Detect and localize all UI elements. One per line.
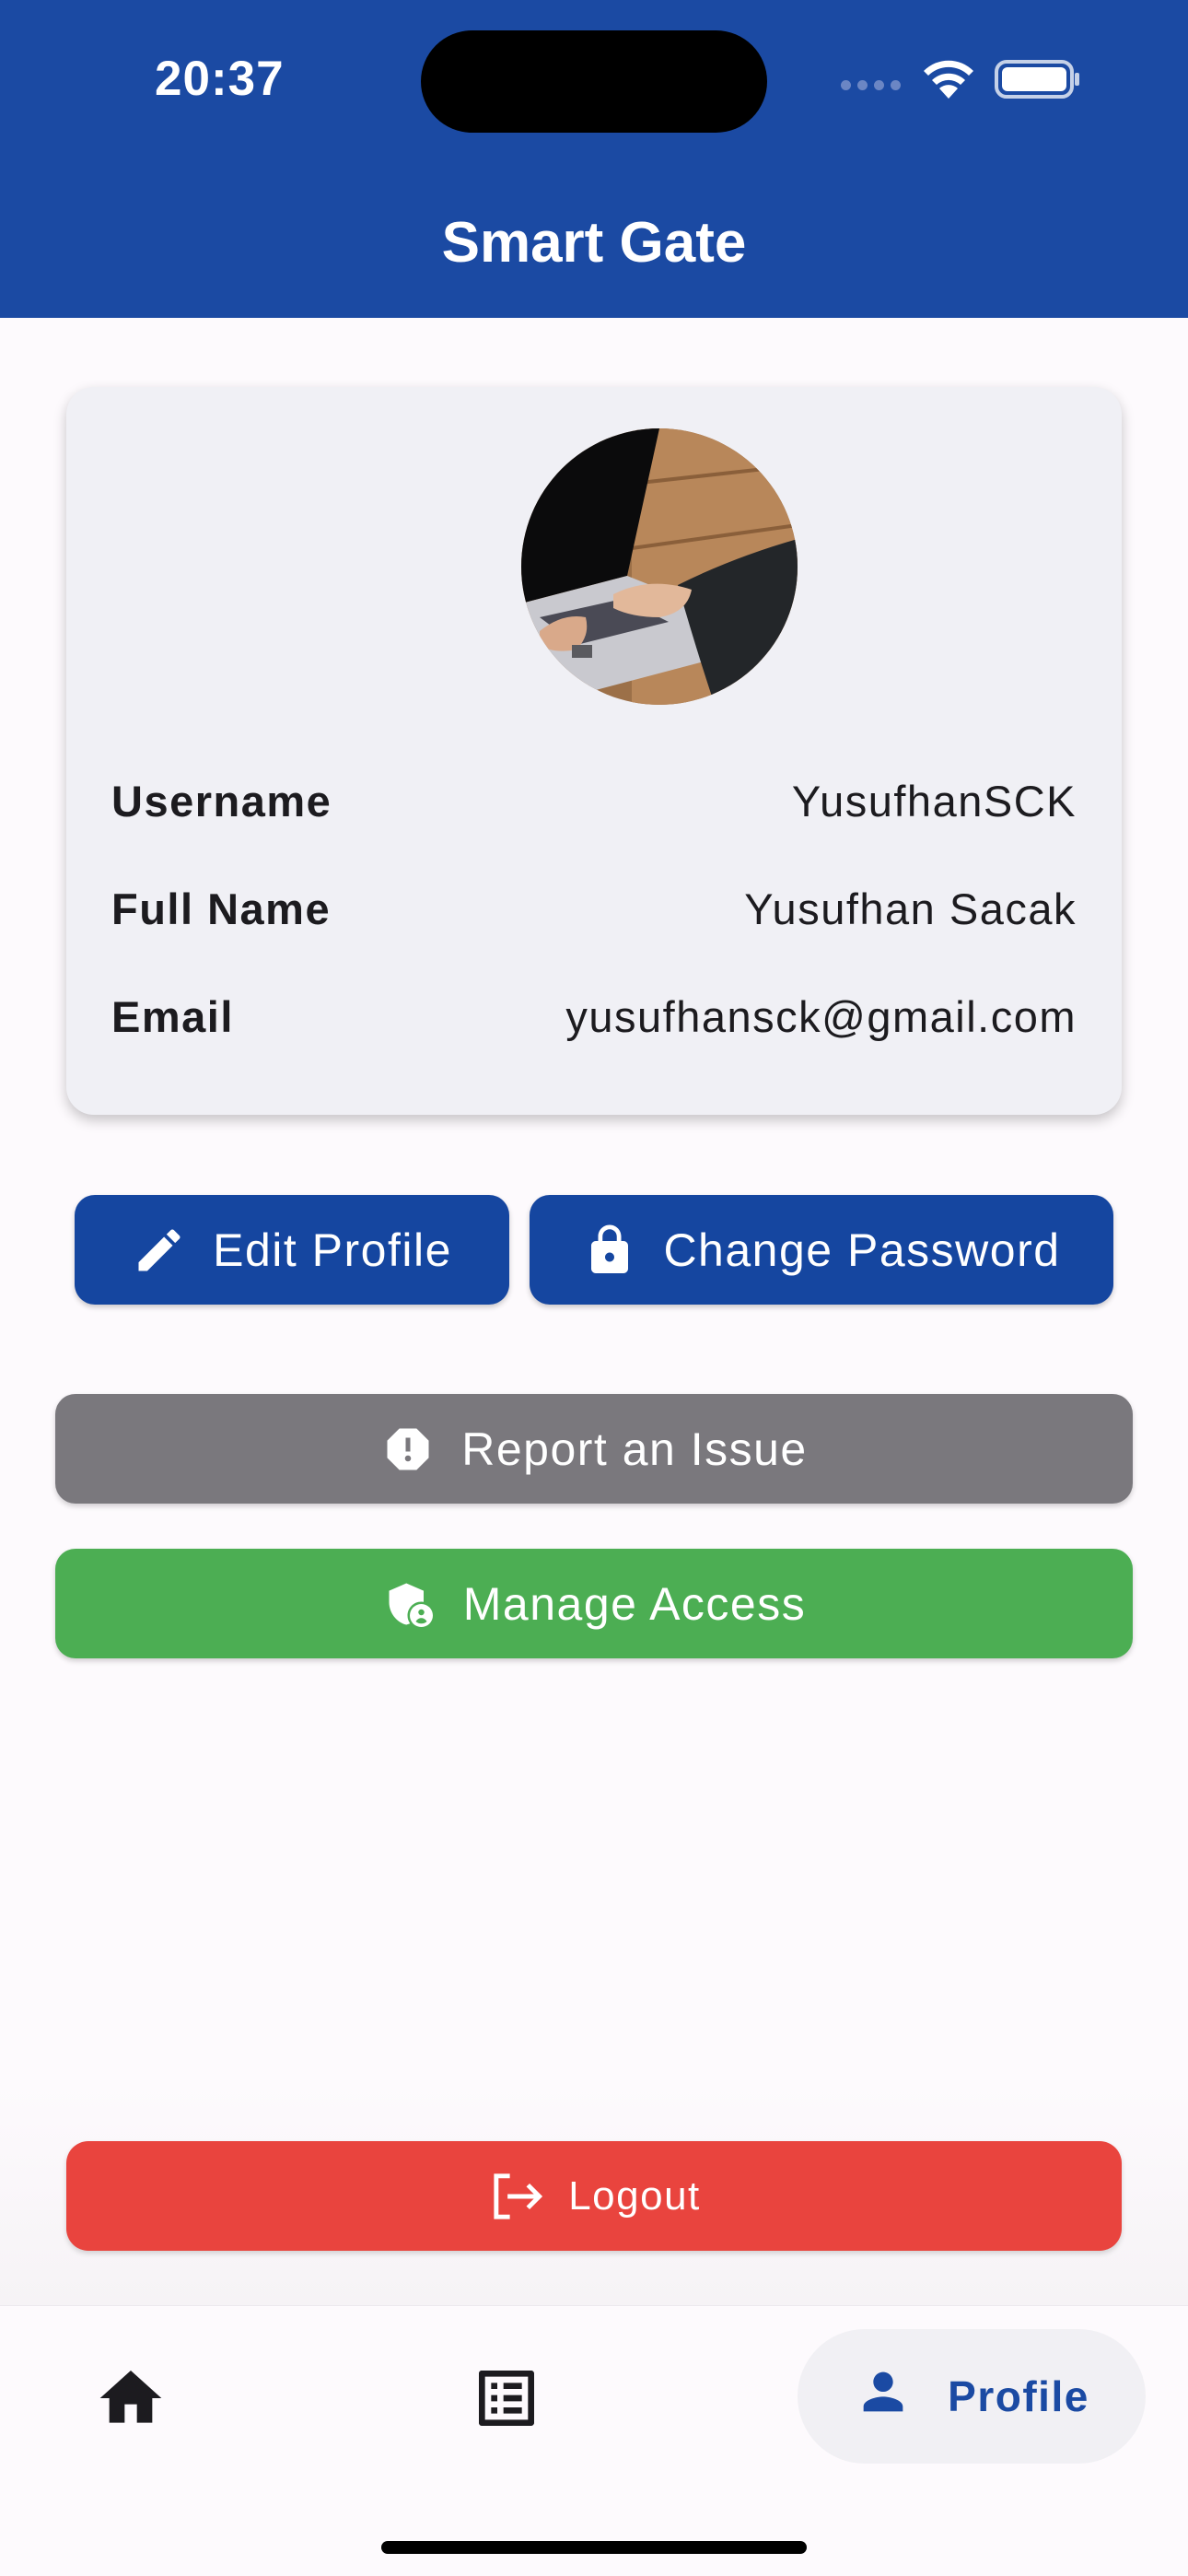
nav-home[interactable] <box>94 2361 168 2440</box>
manage-access-label: Manage Access <box>462 1577 807 1630</box>
username-label: Username <box>111 777 332 825</box>
manage-access-button[interactable]: Manage Access <box>55 1549 1133 1658</box>
avatar <box>521 428 798 705</box>
home-icon <box>94 2361 168 2440</box>
pencil-icon <box>132 1223 187 1278</box>
logout-label: Logout <box>568 2172 701 2219</box>
dynamic-island <box>421 30 767 133</box>
battery-icon <box>995 58 1081 100</box>
cellular-signal-icon <box>841 79 901 90</box>
bottom-navigation: Profile <box>0 2305 1188 2576</box>
profile-card: Username YusufhanSCK Full Name Yusufhan … <box>66 387 1122 1115</box>
lock-icon <box>582 1221 637 1280</box>
report-icon <box>380 1422 436 1477</box>
username-row: Username YusufhanSCK <box>111 776 1077 826</box>
person-icon <box>854 2362 913 2431</box>
status-time: 20:37 <box>155 52 285 106</box>
edit-profile-button[interactable]: Edit Profile <box>75 1195 509 1305</box>
edit-profile-label: Edit Profile <box>213 1224 452 1276</box>
nav-list[interactable] <box>470 2361 543 2440</box>
report-issue-label: Report an Issue <box>461 1423 808 1475</box>
email-value: yusufhansck@gmail.com <box>565 992 1077 1041</box>
change-password-label: Change Password <box>663 1224 1061 1276</box>
page-title: Smart Gate <box>441 211 747 275</box>
email-row: Email yusufhansck@gmail.com <box>111 991 1077 1042</box>
username-value: YusufhanSCK <box>791 777 1077 825</box>
admin-shield-icon <box>382 1576 437 1632</box>
nav-profile[interactable]: Profile <box>798 2329 1146 2464</box>
email-label: Email <box>111 992 234 1041</box>
report-issue-button[interactable]: Report an Issue <box>55 1394 1133 1504</box>
change-password-button[interactable]: Change Password <box>530 1195 1113 1305</box>
fullname-value: Yusufhan Sacak <box>744 884 1077 933</box>
logout-button[interactable]: Logout <box>66 2141 1122 2251</box>
fullname-row: Full Name Yusufhan Sacak <box>111 884 1077 934</box>
status-icons <box>841 53 1081 105</box>
logout-icon <box>487 2169 546 2224</box>
app-header: 20:37 Smart Gate <box>0 0 1188 318</box>
list-icon <box>470 2361 543 2440</box>
nav-profile-label: Profile <box>948 2372 1089 2420</box>
home-indicator <box>381 2541 807 2554</box>
fullname-label: Full Name <box>111 884 332 933</box>
wifi-icon <box>921 58 976 100</box>
